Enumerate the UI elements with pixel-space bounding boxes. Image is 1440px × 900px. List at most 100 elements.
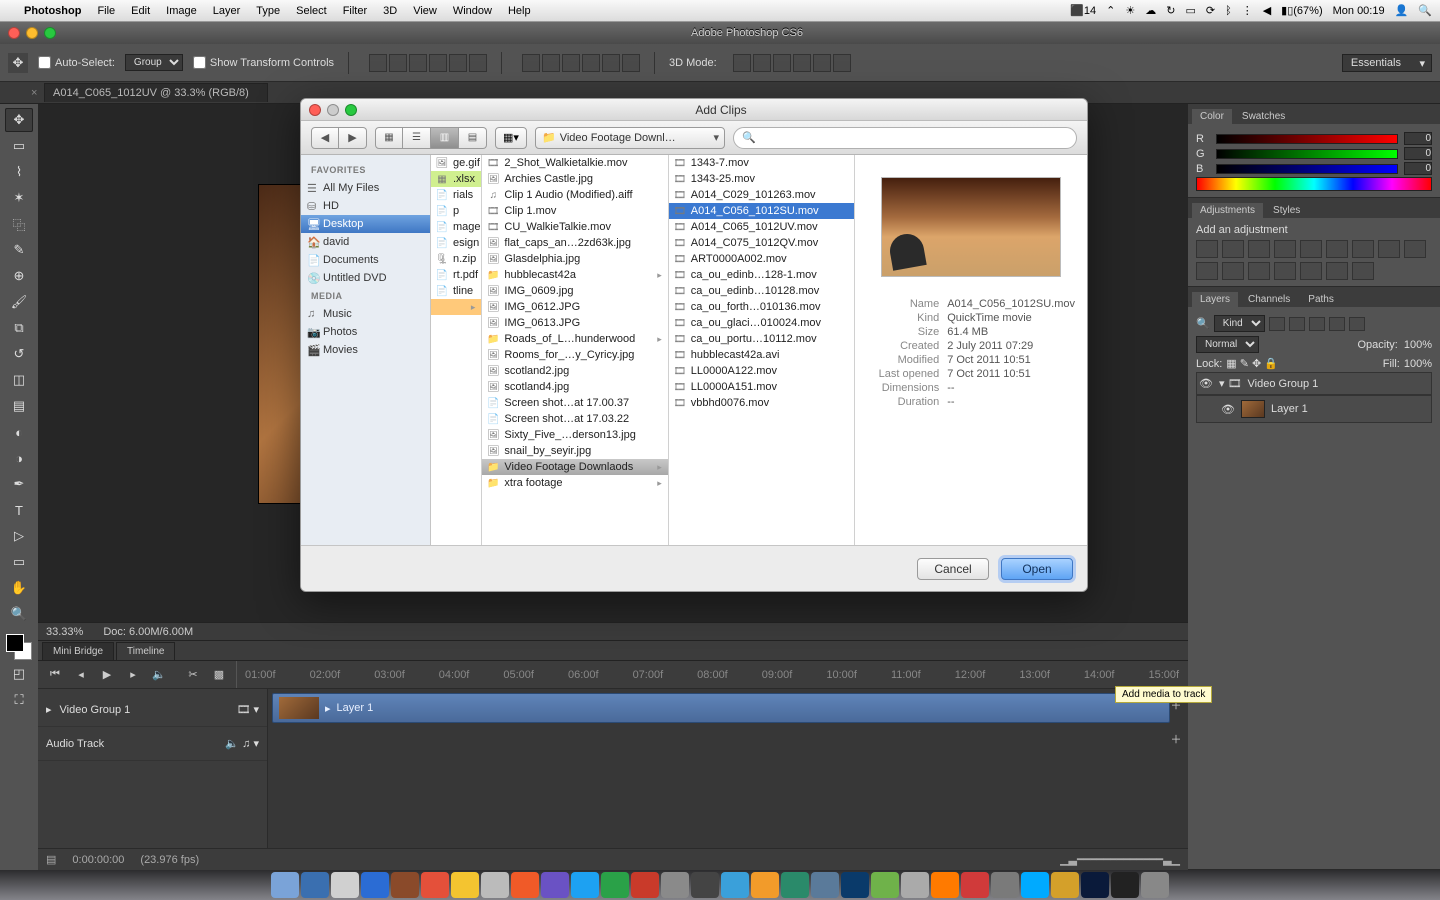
dodge-tool[interactable]: ◑ [5, 446, 33, 470]
close-tab-icon[interactable]: × [31, 87, 37, 99]
file-row[interactable]: 🎞ca_ou_edinb…10128.mov [669, 283, 854, 299]
adobe-status-icon[interactable]: ⬛14 [1070, 4, 1096, 17]
dock-app-icon[interactable] [301, 872, 329, 898]
tab-styles[interactable]: Styles [1265, 203, 1308, 218]
menu-edit[interactable]: Edit [131, 5, 150, 17]
timeline-tracks-area[interactable]: ▸Layer 1 ＋ ＋ [268, 689, 1188, 848]
file-row[interactable]: 🎞Clip 1.mov [482, 203, 667, 219]
dock-app-icon[interactable] [931, 872, 959, 898]
file-row[interactable]: 📄Screen shot…at 17.03.22 [482, 411, 667, 427]
3d-btn[interactable] [773, 54, 791, 72]
folder-row[interactable]: 📁hubblecast42a▸ [482, 267, 667, 283]
file-row[interactable]: 🖼IMG_0609.jpg [482, 283, 667, 299]
adjustment-icon[interactable] [1300, 262, 1322, 280]
video-clip[interactable]: ▸Layer 1 [272, 693, 1170, 723]
document-tab[interactable]: ×A014_C065_1012UV @ 33.3% (RGB/8) [44, 83, 268, 102]
file-row[interactable]: 🎞hubblecast42a.avi [669, 347, 854, 363]
color-ramp[interactable] [1196, 177, 1432, 191]
dock[interactable] [0, 870, 1440, 900]
file-row[interactable]: 📄esign [431, 235, 481, 251]
move-tool-icon[interactable]: ✥ [8, 53, 28, 73]
icon-view-button[interactable]: ▦ [375, 127, 403, 149]
zoom-window-button[interactable] [44, 27, 56, 39]
dock-app-icon[interactable] [661, 872, 689, 898]
file-row[interactable]: ▸ [431, 299, 481, 315]
audio-track[interactable]: Audio Track🔈 ♫ ▾ [38, 727, 267, 761]
eraser-tool[interactable]: ◫ [5, 368, 33, 392]
add-audio-button[interactable]: ＋ [1168, 731, 1184, 747]
file-row[interactable]: 🖼flat_caps_an…2zd63k.jpg [482, 235, 667, 251]
dock-app-icon[interactable] [1141, 872, 1169, 898]
menu-view[interactable]: View [413, 5, 437, 17]
folder-row[interactable]: 📁Video Footage Downlaods▸ [482, 459, 667, 475]
file-row[interactable]: 🎞ca_ou_forth…010136.mov [669, 299, 854, 315]
auto-select-checkbox[interactable]: Auto-Select: [38, 56, 115, 69]
tab-timeline[interactable]: Timeline [116, 642, 175, 660]
dock-app-icon[interactable] [1111, 872, 1139, 898]
file-row[interactable]: 🖼scotland4.jpg [482, 379, 667, 395]
show-transform-checkbox[interactable]: Show Transform Controls [193, 56, 334, 69]
zoom-level[interactable]: 33.33% [46, 626, 83, 638]
adjustment-icon[interactable] [1222, 262, 1244, 280]
file-row[interactable]: 🎞A014_C065_1012UV.mov [669, 219, 854, 235]
dock-app-icon[interactable] [331, 872, 359, 898]
bluetooth-icon[interactable]: ᛒ [1225, 5, 1232, 17]
menu-image[interactable]: Image [166, 5, 197, 17]
file-row[interactable]: 🎞CU_WalkieTalkie.mov [482, 219, 667, 235]
file-row[interactable]: 🎞ca_ou_edinb…128-1.mov [669, 267, 854, 283]
history-brush-tool[interactable]: ↺ [5, 342, 33, 366]
adjustment-icon[interactable] [1222, 240, 1244, 258]
layer-kind-filter[interactable]: Kind [1214, 315, 1265, 332]
workspace-switcher[interactable]: Essentials [1342, 54, 1432, 72]
adjustment-icon[interactable] [1196, 262, 1218, 280]
file-row[interactable]: 🎞A014_C056_1012SU.mov [669, 203, 854, 219]
mute-button[interactable]: 🔈 [150, 666, 168, 684]
adjustment-icon[interactable] [1352, 262, 1374, 280]
list-view-button[interactable]: ☰ [403, 127, 431, 149]
search-input[interactable] [760, 132, 1068, 144]
spotlight-icon[interactable]: 🔍 [1418, 4, 1432, 17]
next-frame-button[interactable]: ▸ [124, 666, 142, 684]
dock-app-icon[interactable] [901, 872, 929, 898]
display-icon[interactable]: ▭ [1185, 4, 1195, 17]
zoom-tool[interactable]: 🔍 [5, 602, 33, 626]
dock-app-icon[interactable] [541, 872, 569, 898]
dock-app-icon[interactable] [421, 872, 449, 898]
play-button[interactable]: ▶ [98, 666, 116, 684]
file-row[interactable]: 🎞ca_ou_glaci…010024.mov [669, 315, 854, 331]
dock-app-icon[interactable] [871, 872, 899, 898]
dropbox-icon[interactable]: ⌃ [1106, 4, 1115, 17]
tab-paths[interactable]: Paths [1300, 292, 1342, 307]
cloud-icon[interactable]: ☁ [1145, 4, 1156, 17]
g-input[interactable] [1404, 147, 1432, 160]
file-row[interactable]: 🖼IMG_0613.JPG [482, 315, 667, 331]
screenmode-tool[interactable]: ⛶ [5, 688, 33, 712]
distribute-btn[interactable] [562, 54, 580, 72]
arrange-button[interactable]: ▦▾ [495, 127, 527, 149]
dock-app-icon[interactable] [271, 872, 299, 898]
tab-minibridge[interactable]: Mini Bridge [42, 642, 114, 660]
3d-btn[interactable] [793, 54, 811, 72]
sidebar-item-documents[interactable]: 📄Documents [301, 251, 430, 269]
distribute-btn[interactable] [602, 54, 620, 72]
tab-layers[interactable]: Layers [1192, 292, 1238, 307]
layer-group-row[interactable]: 👁▾ 🎞Video Group 1 [1196, 372, 1432, 395]
prev-frame-button[interactable]: ◂ [72, 666, 90, 684]
visibility-icon[interactable]: 👁 [1221, 403, 1235, 416]
color-swatch[interactable] [6, 634, 32, 660]
dock-app-icon[interactable] [751, 872, 779, 898]
filter-icon[interactable] [1349, 317, 1365, 331]
file-row[interactable]: 🎞A014_C075_1012QV.mov [669, 235, 854, 251]
dock-app-icon[interactable] [481, 872, 509, 898]
open-button[interactable]: Open [1001, 558, 1073, 580]
back-button[interactable]: ◀ [311, 127, 339, 149]
column-1[interactable]: 🎞2_Shot_Walkietalkie.mov🖼Archies Castle.… [482, 155, 668, 545]
menu-file[interactable]: File [97, 5, 115, 17]
forward-button[interactable]: ▶ [339, 127, 367, 149]
dock-app-icon[interactable] [781, 872, 809, 898]
file-row[interactable]: 📄rt.pdf [431, 267, 481, 283]
file-row[interactable]: 🎞1343-25.mov [669, 171, 854, 187]
menu-3d[interactable]: 3D [383, 5, 397, 17]
sidebar-item-photos[interactable]: 📷Photos [301, 323, 430, 341]
file-row[interactable]: 📄rials [431, 187, 481, 203]
